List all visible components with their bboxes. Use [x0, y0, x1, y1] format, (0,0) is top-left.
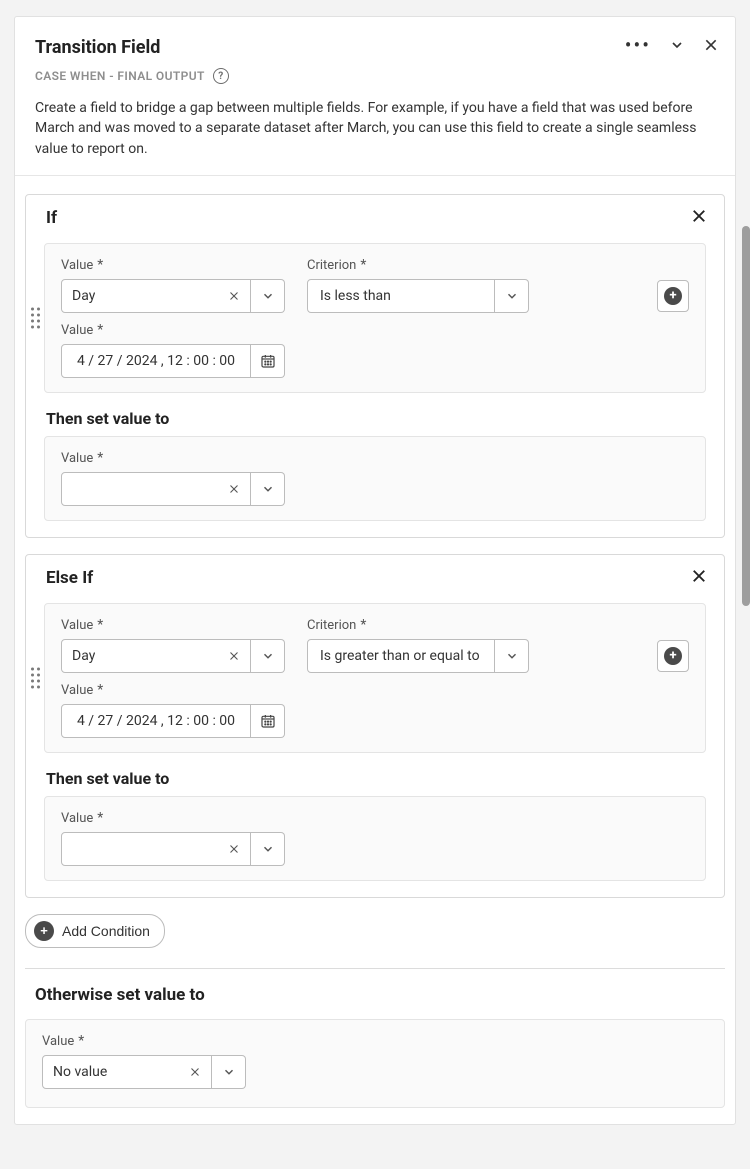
- drag-handle-icon[interactable]: [31, 307, 40, 328]
- criterion-col: Criterion* Is greater than or equal to: [307, 618, 529, 673]
- clear-icon[interactable]: [228, 483, 240, 495]
- required-icon: *: [97, 451, 103, 465]
- source-value-input[interactable]: Day: [61, 279, 251, 313]
- divider: [25, 968, 725, 969]
- calendar-icon[interactable]: [251, 704, 285, 738]
- block-title: If: [46, 208, 57, 228]
- value-label: Value*: [61, 258, 285, 273]
- panel-description: Create a field to bridge a gap between m…: [35, 98, 715, 159]
- otherwise-box: Value* No value: [25, 1019, 725, 1108]
- required-icon: *: [97, 258, 103, 272]
- chevron-down-icon[interactable]: [212, 1055, 246, 1089]
- required-icon: *: [360, 258, 366, 272]
- condition-inner: Value* Day: [44, 243, 706, 393]
- chevron-down-icon[interactable]: [495, 279, 529, 313]
- value-label: Value*: [61, 323, 689, 338]
- value-label: Value*: [61, 683, 689, 698]
- chevron-down-icon[interactable]: [495, 639, 529, 673]
- criterion-select[interactable]: Is greater than or equal to: [307, 639, 529, 673]
- condition-block-elseif: Else If Value* Day: [25, 554, 725, 898]
- panel-title: Transition Field: [35, 37, 715, 58]
- block-title: Else If: [46, 568, 93, 588]
- source-value-combo[interactable]: Day: [61, 639, 285, 673]
- add-condition-button[interactable]: + Add Condition: [25, 914, 165, 948]
- value-label: Value*: [42, 1034, 708, 1049]
- then-inner: Value*: [44, 436, 706, 521]
- value-label: Value*: [61, 618, 285, 633]
- scrollbar-thumb[interactable]: [742, 226, 750, 606]
- drag-handle-icon[interactable]: [31, 667, 40, 688]
- required-icon: *: [78, 1034, 84, 1048]
- criterion-label: Criterion*: [307, 618, 529, 633]
- clear-icon[interactable]: [228, 650, 240, 662]
- clear-icon[interactable]: [228, 843, 240, 855]
- then-value-input[interactable]: [61, 832, 251, 866]
- panel-header: Transition Field CASE WHEN - FINAL OUTPU…: [15, 17, 735, 176]
- required-icon: *: [97, 683, 103, 697]
- remove-block-icon[interactable]: [690, 207, 708, 229]
- chevron-down-icon[interactable]: [251, 832, 285, 866]
- criterion-value[interactable]: Is greater than or equal to: [307, 639, 495, 673]
- value-field-col: Value* Day: [61, 618, 285, 673]
- add-condition-label: Add Condition: [62, 923, 150, 939]
- criterion-value[interactable]: Is less than: [307, 279, 495, 313]
- chevron-down-icon[interactable]: [251, 279, 285, 313]
- condition-block-if: If Value* Day: [25, 194, 725, 538]
- date-input[interactable]: 4 / 27 / 2024 , 12 : 00 : 00: [61, 344, 689, 378]
- criterion-label: Criterion*: [307, 258, 529, 273]
- source-value-combo[interactable]: Day: [61, 279, 285, 313]
- panel-body: If Value* Day: [15, 176, 735, 1124]
- required-icon: *: [97, 323, 103, 337]
- condition-row: Value* Day: [61, 618, 689, 673]
- then-value-combo[interactable]: [61, 832, 689, 866]
- collapse-icon[interactable]: [669, 37, 685, 53]
- comparison-value-field: Value* 4 / 27 / 2024 , 12 : 00 : 00: [61, 683, 689, 738]
- plus-icon: +: [664, 647, 682, 665]
- header-actions: •••: [625, 35, 719, 55]
- criterion-select[interactable]: Is less than: [307, 279, 529, 313]
- subtitle-row: CASE WHEN - FINAL OUTPUT ?: [35, 68, 715, 84]
- date-value[interactable]: 4 / 27 / 2024 , 12 : 00 : 00: [61, 704, 251, 738]
- more-icon[interactable]: •••: [625, 35, 651, 55]
- condition-row: Value* Day: [61, 258, 689, 313]
- date-input[interactable]: 4 / 27 / 2024 , 12 : 00 : 00: [61, 704, 689, 738]
- then-value-input[interactable]: [61, 472, 251, 506]
- clear-icon[interactable]: [228, 290, 240, 302]
- required-icon: *: [97, 618, 103, 632]
- block-head: Else If: [26, 555, 724, 597]
- panel-subtitle: CASE WHEN - FINAL OUTPUT: [35, 69, 205, 83]
- criterion-col: Criterion* Is less than: [307, 258, 529, 313]
- remove-block-icon[interactable]: [690, 567, 708, 589]
- then-inner: Value*: [44, 796, 706, 881]
- otherwise-value-input[interactable]: No value: [42, 1055, 212, 1089]
- required-icon: *: [360, 618, 366, 632]
- source-value-input[interactable]: Day: [61, 639, 251, 673]
- then-value-combo[interactable]: [61, 472, 689, 506]
- block-head: If: [26, 195, 724, 237]
- otherwise-value-combo[interactable]: No value: [42, 1055, 708, 1089]
- transition-field-panel: Transition Field CASE WHEN - FINAL OUTPU…: [14, 16, 736, 1125]
- clear-icon[interactable]: [189, 1066, 201, 1078]
- plus-icon: +: [664, 287, 682, 305]
- chevron-down-icon[interactable]: [251, 639, 285, 673]
- add-criterion-button[interactable]: +: [657, 640, 689, 672]
- comparison-value-field: Value* 4 / 27 / 2024 , 12 : 00 : 00: [61, 323, 689, 378]
- plus-icon: +: [34, 921, 54, 941]
- value-label: Value*: [61, 811, 689, 826]
- close-icon[interactable]: [703, 37, 719, 53]
- value-field-col: Value* Day: [61, 258, 285, 313]
- then-set-title: Then set value to: [46, 409, 724, 428]
- chevron-down-icon[interactable]: [251, 472, 285, 506]
- calendar-icon[interactable]: [251, 344, 285, 378]
- help-icon[interactable]: ?: [213, 68, 229, 84]
- otherwise-title: Otherwise set value to: [35, 985, 725, 1005]
- condition-inner: Value* Day: [44, 603, 706, 753]
- value-label: Value*: [61, 451, 689, 466]
- then-set-title: Then set value to: [46, 769, 724, 788]
- required-icon: *: [97, 811, 103, 825]
- date-value[interactable]: 4 / 27 / 2024 , 12 : 00 : 00: [61, 344, 251, 378]
- add-criterion-button[interactable]: +: [657, 280, 689, 312]
